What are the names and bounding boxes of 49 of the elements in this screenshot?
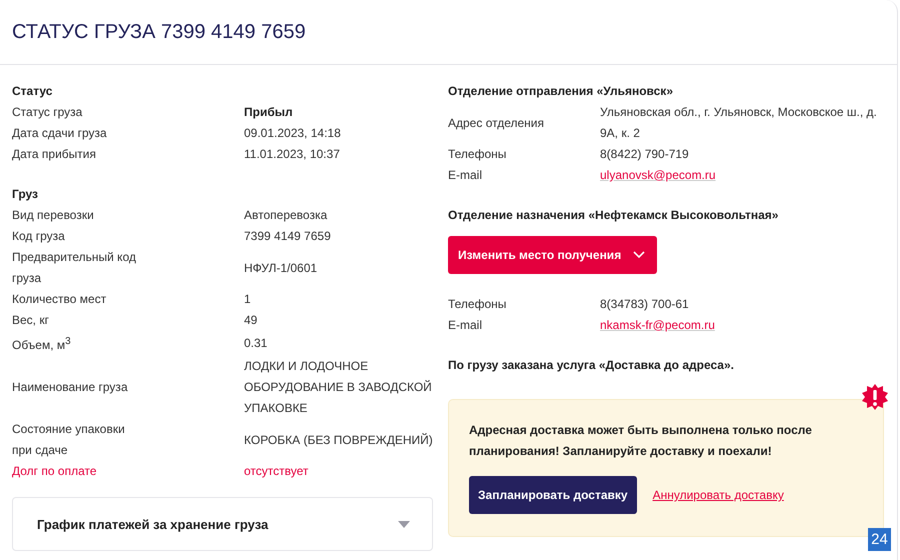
- field-label: Статус груза: [12, 104, 84, 121]
- notice-text: Адресная доставка может быть выполнена только после планирования! Запланируйте доставку и поехали!: [469, 422, 813, 460]
- field-label: Код груза: [12, 228, 66, 245]
- field-label: Дата сдачи груза: [12, 125, 108, 142]
- field-value: Автоперевозка: [244, 207, 328, 224]
- field-value: Ульяновская обл., г. Ульяновск, Московское ш., д. 9А, к. 2: [600, 104, 878, 142]
- field-value: ЛОДКИ И ЛОДОЧНОЕ ОБОРУДОВАНИЕ В ЗАВОДСКОЙ УПАКОВКЕ: [244, 358, 433, 417]
- field-value: 8(8422) 790-719: [600, 146, 690, 163]
- change-pickup-button[interactable]: Изменить место получения: [448, 236, 658, 274]
- field-value: 11.01.2023, 10:37: [244, 146, 341, 163]
- payment-schedule-accordion[interactable]: График платежей за хранение груза: [12, 497, 433, 551]
- page-title: СТАТУС ГРУЗА 7399 4149 7659: [0, 0, 897, 65]
- field-value: 1: [244, 291, 252, 308]
- chat-widget-button[interactable]: 24: [868, 528, 891, 551]
- field-label: Дата прибытия: [12, 146, 97, 163]
- field-label: E-mail: [448, 167, 484, 184]
- section-heading: Груз: [12, 186, 39, 203]
- field-value: 49: [244, 312, 258, 329]
- field-value: 09.01.2023, 14:18: [244, 125, 342, 142]
- cancel-delivery-link[interactable]: Аннулировать доставку: [652, 488, 784, 502]
- schedule-delivery-button[interactable]: Запланировать доставку: [469, 476, 637, 514]
- warning-icon: [861, 384, 889, 412]
- field-label: Долг по оплате: [12, 463, 98, 480]
- field-value: КОРОБКА (БЕЗ ПОВРЕЖДЕНИЙ): [244, 432, 434, 448]
- caret-icon: [398, 520, 410, 528]
- field-label: Количество мест: [12, 291, 108, 308]
- field-label: E-mail: [448, 317, 484, 334]
- field-value: 7399 4149 7659: [244, 228, 332, 245]
- field-label: Наименование груза: [12, 379, 129, 396]
- field-label: Вид перевозки: [12, 207, 95, 224]
- field-label: Адрес отделения: [448, 114, 545, 132]
- field-value: отсутствует: [244, 463, 310, 480]
- field-label: Телефоны: [448, 146, 508, 163]
- section-heading: Отделение отправления «Ульяновск»: [448, 83, 674, 100]
- email-link[interactable]: nkamsk-fr@pecom.ru: [600, 318, 715, 332]
- field-value: НФУЛ-1/0601: [244, 260, 318, 276]
- field-label: Объем, м$^{3}$: [12, 335, 72, 354]
- field-label: Предварительный код груза: [12, 249, 137, 287]
- field-value: 8(34783) 700-61: [600, 296, 690, 313]
- field-label: Вес, кг: [12, 312, 50, 329]
- chevron-down-icon: [633, 251, 646, 259]
- section-heading: Отделение назначения «Нефтекамск Высоковольтная»: [448, 207, 780, 224]
- email-link[interactable]: ulyanovsk@pecom.ru: [600, 168, 716, 182]
- service-note: По грузу заказана услуга «Доставка до адреса».: [448, 357, 735, 374]
- field-value: Прибыл: [244, 104, 294, 121]
- field-label: Телефоны: [448, 296, 508, 313]
- field-value: 0.31: [244, 335, 268, 352]
- section-heading: Статус: [12, 83, 54, 100]
- field-label: Состояние упаковки при сдаче: [12, 421, 126, 459]
